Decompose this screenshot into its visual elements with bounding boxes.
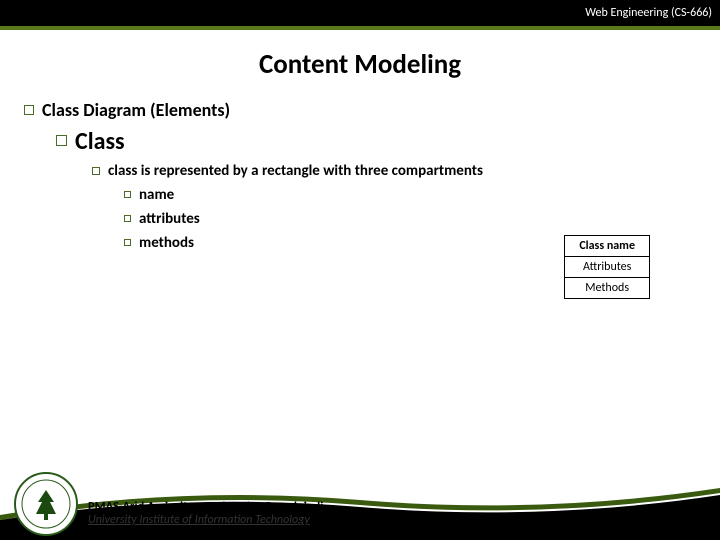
course-code: Web Engineering (CS-666)	[585, 6, 712, 20]
footer-text: PMAS-Arid Agriculture University, Rawalp…	[88, 500, 323, 528]
class-diagram-box: Class name Attributes Methods	[564, 235, 650, 299]
l3-bold: rectangle	[262, 162, 320, 180]
bullet-icon	[124, 239, 131, 246]
bullet-icon	[56, 135, 67, 146]
bullet-icon	[24, 105, 34, 115]
header-bar: Web Engineering (CS-666)	[0, 0, 720, 30]
bullet-level4b: attributes	[124, 210, 696, 228]
content-area: Class Diagram (Elements) Class class is …	[0, 99, 720, 252]
footer-university: PMAS-Arid Agriculture University, Rawalp…	[88, 500, 323, 514]
level4b-text: attributes	[139, 210, 200, 228]
slide-title: Content Modeling	[0, 48, 720, 81]
bullet-icon	[124, 215, 131, 222]
bullet-level1: Class Diagram (Elements)	[24, 99, 696, 121]
bullet-icon	[92, 167, 100, 175]
l3-pre: class is represented by a	[108, 162, 262, 180]
l3-post: with three compartments	[320, 162, 483, 180]
level2-text: Class	[75, 127, 125, 156]
diagram-attributes: Attributes	[565, 257, 650, 278]
university-logo	[14, 472, 78, 536]
diagram-classname: Class name	[565, 236, 650, 257]
level4a-text: name	[139, 186, 174, 204]
diagram-methods: Methods	[565, 278, 650, 299]
bullet-icon	[124, 191, 131, 198]
bullet-level2: Class	[56, 127, 696, 156]
footer: PMAS-Arid Agriculture University, Rawalp…	[0, 456, 720, 540]
level4c-text: methods	[139, 234, 194, 252]
level1-text: Class Diagram (Elements)	[42, 99, 230, 121]
bullet-level4a: name	[124, 186, 696, 204]
level3-text: class is represented by a rectangle with…	[108, 162, 483, 180]
bullet-level3: class is represented by a rectangle with…	[92, 162, 696, 180]
footer-institute: University Institute of Information Tech…	[88, 514, 323, 528]
